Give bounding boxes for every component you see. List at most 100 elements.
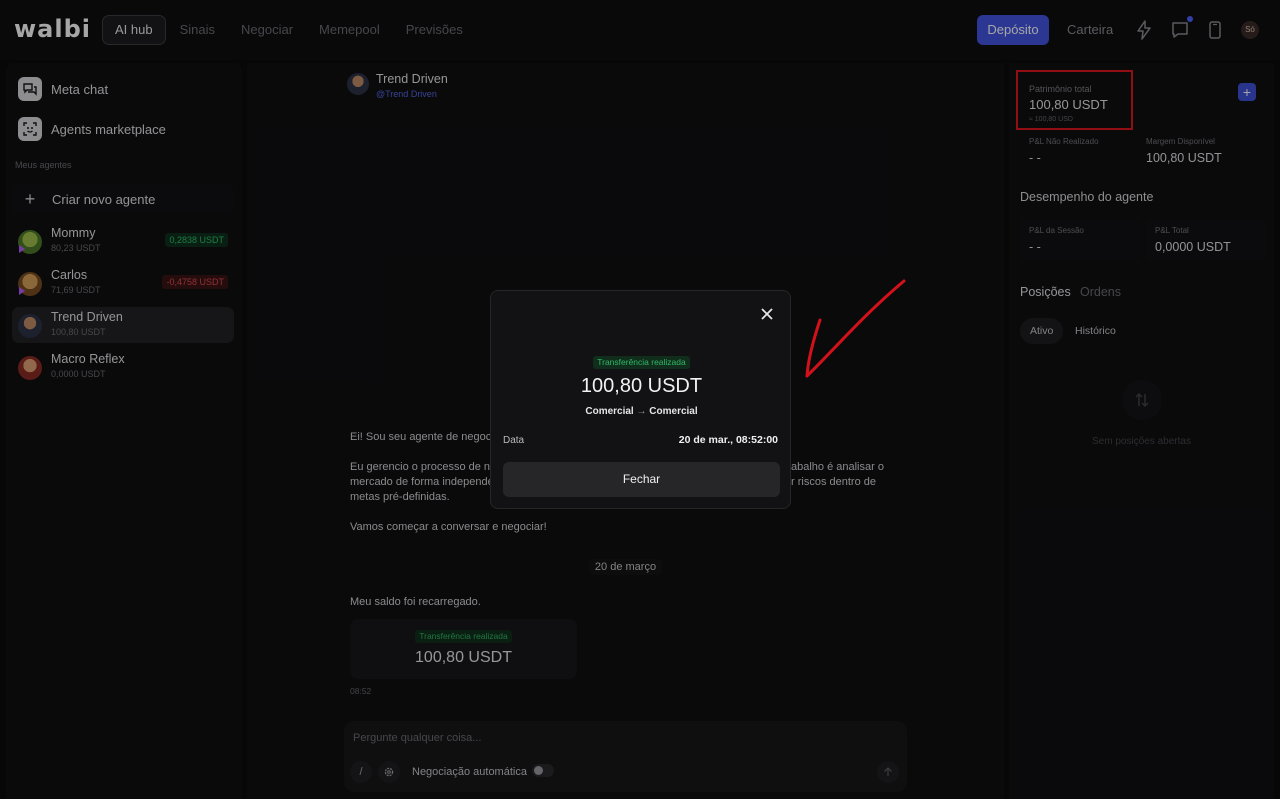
session-pnl-label: P&L da Sessão [1029,226,1084,235]
unrealized-pnl-value: - - [1029,151,1041,165]
lightning-icon[interactable] [1133,19,1155,41]
create-agent-label: Criar novo agente [52,191,156,207]
chat-agent-name: Trend Driven [376,72,448,86]
modal-badge-row: Transferência realizada [491,352,792,370]
agent-item-macro-reflex[interactable]: Macro Reflex 0,0000 USDT [12,349,234,385]
agent-name: Trend Driven [51,310,123,324]
agent-balance: 100,80 USDT [51,327,106,337]
total-pnl-value: 0,0000 USDT [1155,240,1231,254]
nav-previsoes[interactable]: Previsões [394,15,475,45]
transfer-success-badge: Transferência realizada [593,356,690,369]
intro-paragraph-line: metas pré-definidas. [350,491,450,503]
date-separator: 20 de março [247,559,1004,575]
add-funds-button[interactable]: + [1238,83,1256,101]
intro-paragraph-line: r riscos dentro de [791,476,876,488]
available-margin-value: 100,80 USDT [1146,151,1222,165]
route-from: Comercial [585,406,634,417]
agent-avatar [18,356,42,380]
settings-gear-icon[interactable] [378,761,400,783]
agent-item-carlos[interactable]: Carlos 71,69 USDT -0,4758 USDT [12,265,234,301]
intro-paragraph-line: mercado de forma independer [350,476,498,488]
transfer-success-badge: Transferência realizada [415,630,512,643]
agent-item-trend-driven[interactable]: Trend Driven 100,80 USDT [12,307,234,343]
close-button[interactable]: Fechar [503,462,780,497]
nav-ai-hub[interactable]: AI hub [102,15,166,45]
create-agent-button[interactable]: + Criar novo agente [12,184,234,214]
mobile-app-icon[interactable] [1204,19,1226,41]
user-message: Meu saldo foi recarregado. [350,596,481,608]
deposit-button[interactable]: Depósito [977,15,1049,45]
messages-icon[interactable] [1169,16,1193,41]
agent-face-icon [18,117,42,141]
slash-label: / [359,766,363,778]
send-arrow-icon[interactable] [877,761,899,783]
agent-balance: 80,23 USDT [51,243,101,253]
date-label: Data [503,435,525,446]
intro-greeting: Ei! Sou seu agente de negocia [350,431,500,443]
tab-positions[interactable]: Posições [1020,285,1071,299]
message-timestamp: 08:52 [350,686,372,696]
top-bar: walbi AI hub Sinais Negociar Memepool Pr… [0,0,1280,60]
sidebar-item-agents-marketplace[interactable]: Agents marketplace [18,115,166,143]
wallet-link[interactable]: Carteira [1067,15,1113,45]
agent-balance: 0,0000 USDT [51,369,106,379]
slash-command-button[interactable]: / [350,761,372,783]
agent-pnl-badge: 0,2838 USDT [165,233,228,247]
nav-sinais[interactable]: Sinais [168,15,227,45]
agent-name: Carlos [51,268,88,282]
main-nav: AI hub Sinais Negociar Memepool Previsõe… [102,15,477,45]
sidebar-item-label: Agents marketplace [51,121,166,137]
chat-input[interactable]: Pergunte qualquer coisa... [353,732,481,744]
agent-item-mommy[interactable]: Mommy 80,23 USDT 0,2838 USDT [12,223,234,259]
tab-orders[interactable]: Ordens [1080,285,1121,299]
chat-agent-handle[interactable]: @Trend Driven [376,89,437,99]
user-avatar[interactable]: Só [1241,21,1259,39]
auto-trading-toggle[interactable] [532,764,554,777]
available-margin-label: Margem Disponível [1146,137,1215,146]
transfer-amount: 100,80 USDT [415,649,512,666]
running-icon [19,287,25,295]
arrow-right-icon: → [636,406,647,417]
session-pnl-value: - - [1029,240,1041,254]
my-agents-heading: Meus agentes [15,160,72,170]
annotation-highlight-box [1016,70,1133,130]
agent-name: Mommy [51,226,96,240]
swap-arrows-icon [1122,380,1162,420]
account-panel: Patrimônio total 100,80 USDT ≈ 100,80 US… [1009,63,1274,799]
agent-balance: 71,69 USDT [51,285,101,295]
total-pnl-label: P&L Total [1155,226,1189,235]
nav-memepool[interactable]: Memepool [307,15,392,45]
notification-dot [1187,16,1193,22]
chat-bubbles-icon [18,77,42,101]
close-icon[interactable] [760,307,774,321]
auto-trading-label: Negociação automática [412,766,527,778]
agent-avatar [347,73,369,95]
toggle-knob [534,766,543,775]
date-separator-label: 20 de março [588,559,663,575]
running-icon [19,245,25,253]
subtab-history[interactable]: Histórico [1065,318,1126,344]
agent-pnl-badge: -0,4758 USDT [162,275,228,289]
agent-name: Macro Reflex [51,352,125,366]
no-positions-text: Sem posições abertas [1092,436,1191,447]
unrealized-pnl-label: P&L Não Realizado [1029,137,1099,146]
agent-performance-heading: Desempenho do agente [1020,190,1154,204]
intro-paragraph-line: Eu gerencio o processo de ne [350,461,497,473]
transfer-card[interactable]: Transferência realizada 100,80 USDT [350,619,577,679]
chat-composer: Pergunte qualquer coisa... / Negociação … [344,721,907,792]
intro-paragraph-line: abalho é analisar o [791,461,884,473]
nav-negociar[interactable]: Negociar [229,15,305,45]
subtab-active[interactable]: Ativo [1020,318,1064,344]
intro-closing: Vamos começar a conversar e negociar! [350,521,547,533]
date-value: 20 de mar., 08:52:00 [678,434,778,446]
sidebar-item-label: Meta chat [51,81,109,97]
walbi-logo[interactable]: walbi [14,17,91,41]
transfer-route: Comercial → Comercial [491,406,792,417]
agents-sidebar: Meta chat Agents marketplace Meus agente… [6,63,242,799]
plus-icon: + [24,188,36,209]
transfer-success-modal: Transferência realizada 100,80 USDT Come… [490,290,791,509]
modal-amount: 100,80 USDT [580,375,703,397]
sidebar-item-meta-chat[interactable]: Meta chat [18,75,108,103]
agent-avatar [18,314,42,338]
route-to: Comercial [649,406,698,417]
